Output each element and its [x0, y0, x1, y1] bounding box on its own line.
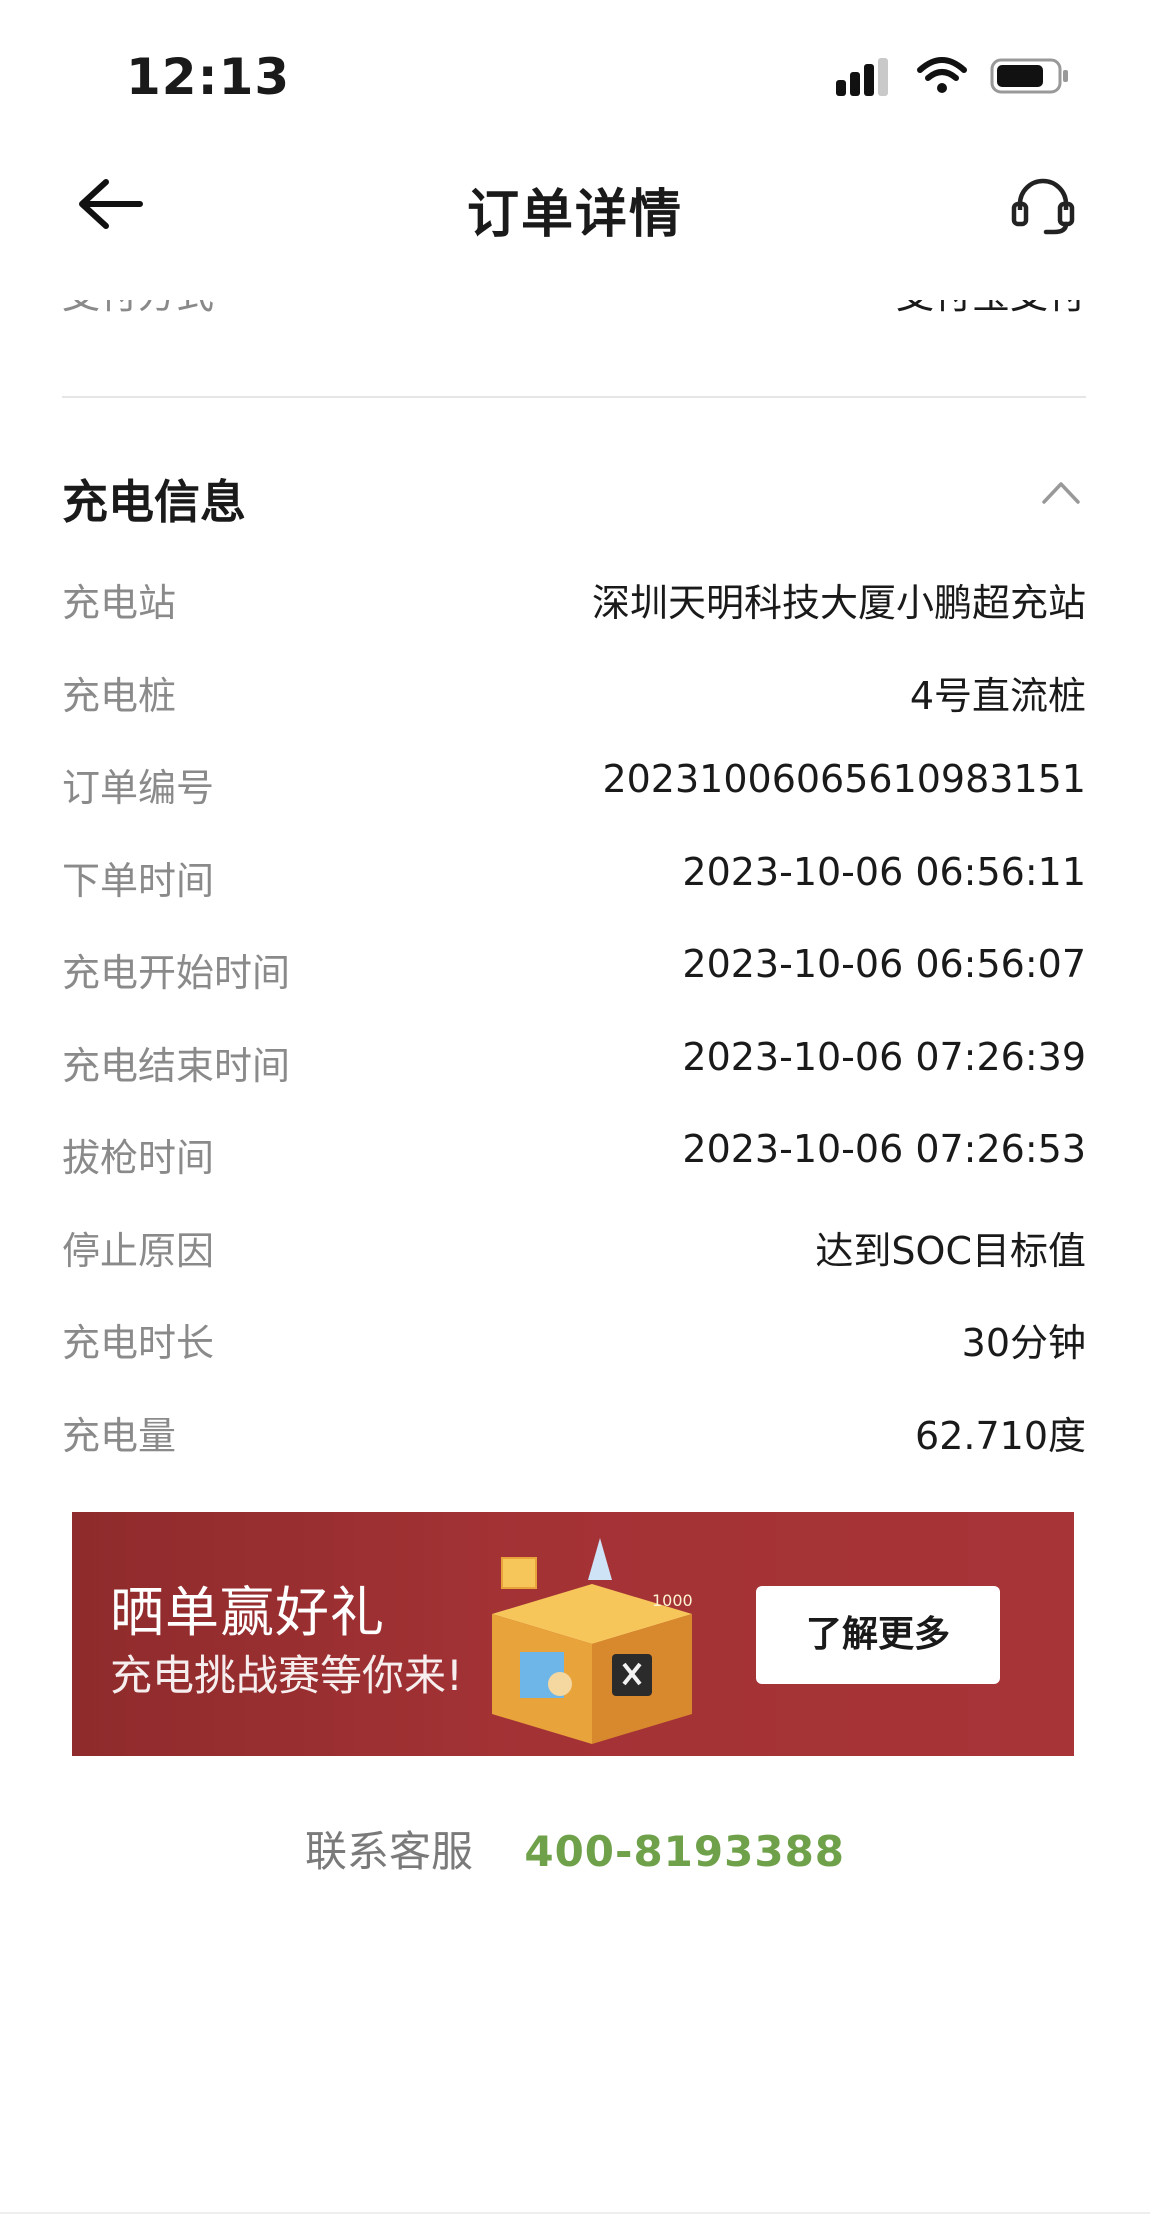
info-row-order-time: 下单时间 2023-10-06 06:56:11 [62, 838, 1086, 931]
payment-method-label: 支付方式 [62, 300, 214, 317]
payment-method-row: 支付方式 支付宝支付 [62, 300, 1086, 340]
charging-info-list: 充电站 深圳天明科技大厦小鹏超充站 充电桩 4号直流桩 订单编号 2023100… [62, 560, 1086, 1485]
info-label: 充电站 [62, 581, 177, 625]
info-label: 拔枪时间 [62, 1136, 215, 1180]
info-label: 充电开始时间 [62, 951, 291, 995]
info-label: 订单编号 [62, 766, 215, 810]
cellular-signal-icon [836, 58, 888, 96]
chevron-up-icon[interactable] [1040, 478, 1082, 506]
banner-title: 晒单赢好礼 [110, 1581, 385, 1644]
info-value: 深圳天明科技大厦小鹏超充站 [591, 581, 1086, 625]
customer-service-headset-icon[interactable] [1010, 174, 1076, 236]
status-time: 12:13 [126, 48, 291, 106]
info-row-start-time: 充电开始时间 2023-10-06 06:56:07 [62, 930, 1086, 1023]
info-label: 停止原因 [62, 1228, 215, 1273]
info-label: 下单时间 [62, 858, 215, 903]
page-title: 订单详情 [466, 185, 683, 245]
contact-phone-link[interactable]: 400-8193388 [524, 1827, 845, 1876]
contact-service: 联系客服 400-8193388 [0, 1818, 1150, 1879]
info-row-energy: 充电量 62.710度 [62, 1393, 1086, 1486]
bottom-divider [0, 2212, 1150, 2214]
info-value: 30分钟 [961, 1321, 1086, 1365]
info-value: 2023-10-06 07:26:39 [682, 1034, 1086, 1079]
info-row-order-number: 订单编号 20231006065610983151 [62, 745, 1086, 838]
contact-label: 联系客服 [304, 1827, 473, 1876]
promo-banner[interactable]: 晒单赢好礼 充电挑战赛等你来! 1000 了解更多 [72, 1512, 1074, 1756]
info-value: 达到SOC目标值 [815, 1228, 1086, 1273]
info-value: 2023-10-06 07:26:53 [682, 1127, 1086, 1171]
battery-icon [990, 58, 1068, 94]
section-divider [62, 396, 1086, 398]
status-bar: 12:13 [0, 0, 1150, 150]
info-row-unplug-time: 拔枪时间 2023-10-06 07:26:53 [62, 1115, 1086, 1208]
info-label: 充电时长 [62, 1321, 215, 1365]
info-value: 62.710度 [915, 1413, 1086, 1458]
info-row-station: 充电站 深圳天明科技大厦小鹏超充站 [62, 560, 1086, 653]
info-value: 20231006065610983151 [602, 757, 1086, 801]
info-value: 2023-10-06 06:56:07 [682, 942, 1086, 986]
svg-text:1000: 1000 [652, 1591, 693, 1610]
info-label: 充电量 [62, 1413, 177, 1458]
learn-more-button[interactable]: 了解更多 [756, 1586, 1000, 1684]
info-row-stop-reason: 停止原因 达到SOC目标值 [62, 1208, 1086, 1301]
info-row-end-time: 充电结束时间 2023-10-06 07:26:39 [62, 1023, 1086, 1116]
info-row-pile: 充电桩 4号直流桩 [62, 653, 1086, 746]
wifi-icon [917, 57, 967, 93]
payment-method-value: 支付宝支付 [896, 300, 1086, 319]
info-value: 2023-10-06 06:56:11 [682, 849, 1086, 894]
nav-bar: 订单详情 [0, 150, 1150, 260]
info-label: 充电结束时间 [62, 1043, 291, 1088]
info-row-duration: 充电时长 30分钟 [62, 1300, 1086, 1393]
info-label: 充电桩 [62, 673, 177, 718]
info-value: 4号直流桩 [909, 673, 1086, 718]
gift-cube-illustration: 1000 [492, 1538, 693, 1744]
charging-info-title: 充电信息 [62, 475, 246, 529]
banner-subtitle: 充电挑战赛等你来! [110, 1651, 463, 1700]
